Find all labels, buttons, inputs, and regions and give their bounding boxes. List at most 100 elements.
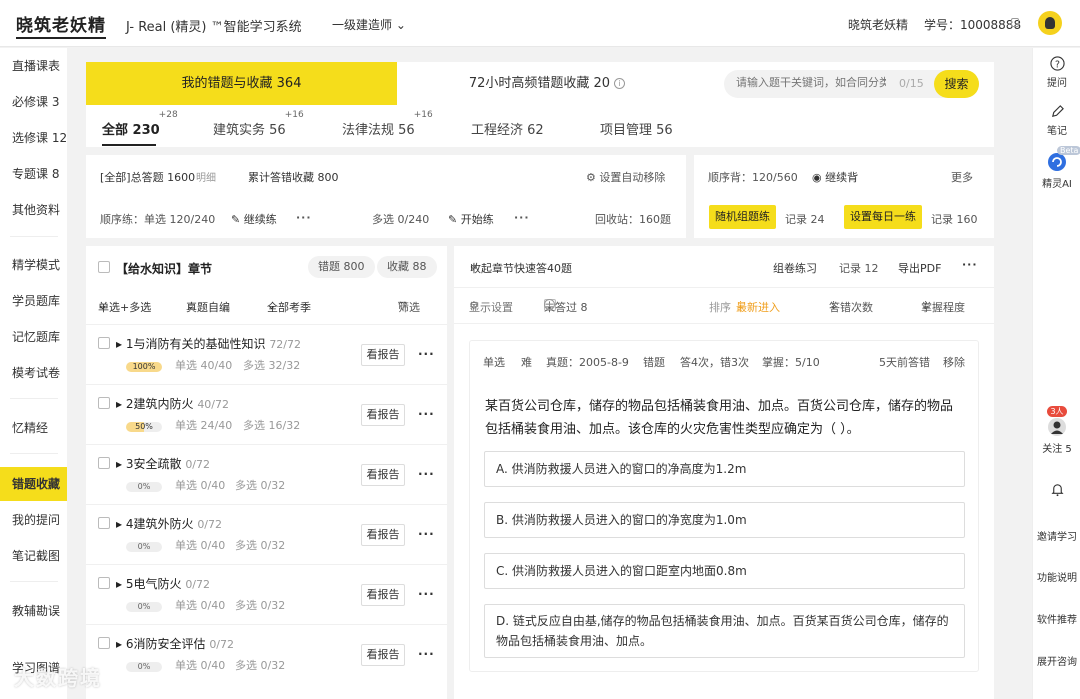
chapter-row[interactable]: ▸ 6消防安全评估 0/72 0% 单选 0/40 多选 0/32 看报告 ··…: [86, 624, 447, 684]
level-select[interactable]: 一级建造师 ⌄: [332, 16, 406, 33]
tab-law[interactable]: 法律法规 56 +16: [342, 110, 433, 138]
ask-label: 提问: [1047, 78, 1067, 89]
tab-72h[interactable]: 72小时高频错题收藏 20 i: [397, 62, 697, 105]
ai-button[interactable]: Beta 精灵AI: [1033, 146, 1080, 190]
chapter-row[interactable]: ▸ 5电气防火 0/72 0% 单选 0/40 多选 0/32 看报告 ···: [86, 564, 447, 624]
more-link[interactable]: 更多: [951, 169, 973, 185]
random-practice-button[interactable]: 随机组题练: [709, 205, 776, 229]
nav-yijing[interactable]: 忆精经: [0, 411, 67, 445]
collapse-label: 收起章节快速答40题: [470, 262, 572, 275]
nav-required[interactable]: 必修课 3: [0, 85, 67, 119]
more-icon[interactable]: ···: [514, 211, 530, 224]
logo[interactable]: 晓筑老妖精: [16, 11, 106, 39]
continue-button[interactable]: ✎ 继续练: [231, 211, 277, 227]
consult-button[interactable]: 展开咨询: [1033, 657, 1080, 669]
report-button[interactable]: 看报告: [361, 464, 405, 486]
chapter-row[interactable]: ▸ 4建筑外防火 0/72 0% 单选 0/40 多选 0/32 看报告 ···: [86, 504, 447, 564]
avatar[interactable]: [1038, 11, 1062, 35]
wrong-pill[interactable]: 错题 800: [308, 256, 375, 278]
tab-economy[interactable]: 工程经济 62: [471, 119, 544, 138]
row-checkbox[interactable]: [98, 457, 110, 469]
chapter-row[interactable]: ▸ 2建筑内防火 40/72 50% 单选 24/40 多选 16/32 看报告…: [86, 384, 447, 444]
nav-topic[interactable]: 专题课 8: [0, 157, 67, 191]
nav-precise[interactable]: 精学模式: [0, 248, 67, 282]
more-icon[interactable]: ···: [418, 587, 435, 601]
auto-remove-button[interactable]: ⚙ 设置自动移除: [586, 169, 665, 185]
watermark: 大数跨境: [14, 666, 102, 690]
row-checkbox[interactable]: [98, 577, 110, 589]
option-a[interactable]: A. 供消防救援人员进入的窗口的净高度为1.2m: [484, 451, 965, 487]
search-button[interactable]: 搜索: [934, 70, 979, 98]
nav-notes[interactable]: 笔记截图: [0, 539, 67, 573]
invite-button[interactable]: 邀请学习: [1033, 532, 1080, 544]
software-button[interactable]: 软件推荐: [1033, 615, 1080, 627]
tab-all[interactable]: 全部 230 +28: [102, 110, 178, 138]
option-d[interactable]: D. 链式反应自由基,储存的物品包括桶装食用油、加点。百货某百货公司仓库，储存的…: [484, 604, 965, 658]
remove-button[interactable]: 移除: [943, 354, 965, 370]
row-checkbox[interactable]: [98, 337, 110, 349]
notes-button[interactable]: 笔记: [1033, 104, 1080, 137]
ask-button[interactable]: ? 提问: [1033, 56, 1080, 89]
option-b[interactable]: B. 供消防救援人员进入的窗口的净宽度为1.0m: [484, 502, 965, 538]
record-count[interactable]: 记录 24: [785, 211, 825, 227]
chapter-row-title[interactable]: ▸ 1与消防有关的基础性知识 72/72: [116, 335, 301, 352]
daily-practice-button[interactable]: 设置每日一练: [844, 205, 922, 229]
report-button[interactable]: 看报告: [361, 344, 405, 366]
nav-my-questions[interactable]: 我的提问: [0, 503, 67, 537]
chapter-row-title[interactable]: ▸ 2建筑内防火 40/72: [116, 395, 229, 412]
more-icon[interactable]: ···: [962, 258, 978, 271]
option-c[interactable]: C. 供消防救援人员进入的窗口距室内地面0.8m: [484, 553, 965, 589]
record-link[interactable]: 记录 12: [839, 260, 879, 276]
detail-link[interactable]: 明细: [196, 169, 216, 184]
compose-button[interactable]: 组卷练习: [773, 260, 817, 276]
chapter-row-title[interactable]: ▸ 6消防安全评估 0/72: [116, 635, 234, 652]
nav-other[interactable]: 其他资料: [0, 193, 67, 227]
more-icon[interactable]: ···: [418, 347, 435, 361]
row-checkbox[interactable]: [98, 397, 110, 409]
chapter-row-title[interactable]: ▸ 4建筑外防火 0/72: [116, 515, 222, 532]
recycle-bin[interactable]: 回收站：160题: [595, 211, 671, 227]
copy-icon[interactable]: [1011, 18, 1019, 27]
single-progress: 单选 0/40: [175, 599, 226, 612]
feature-button[interactable]: 功能说明: [1033, 573, 1080, 585]
multi-progress: 多选 0/240: [372, 213, 430, 226]
chapter-row-title[interactable]: ▸ 5电气防火 0/72: [116, 575, 210, 592]
report-button[interactable]: 看报告: [361, 524, 405, 546]
row-checkbox[interactable]: [98, 517, 110, 529]
follow-button[interactable]: 3人 关注 5: [1033, 406, 1080, 455]
nav-mock[interactable]: 模考试卷: [0, 356, 67, 390]
chapter-row[interactable]: ▸ 1与消防有关的基础性知识 72/72 100% 单选 40/40 多选 32…: [86, 324, 447, 384]
tab-practice[interactable]: 建筑实务 56 +16: [213, 110, 304, 138]
nav-memory[interactable]: 记忆题库: [0, 320, 67, 354]
bell-button[interactable]: [1033, 482, 1080, 500]
record-count[interactable]: 记录 160: [931, 211, 978, 227]
export-pdf-button[interactable]: 导出PDF: [898, 260, 941, 276]
continue-recite-button[interactable]: ◉ 继续背: [812, 169, 858, 185]
search-input[interactable]: [736, 76, 886, 89]
progress-badge: 0%: [126, 482, 162, 492]
nav-bank[interactable]: 学员题库: [0, 284, 67, 318]
divider: [10, 236, 58, 237]
nav-live[interactable]: 直播课表: [0, 49, 67, 83]
nav-elective[interactable]: 选修课 12: [0, 121, 67, 155]
more-icon[interactable]: ···: [418, 467, 435, 481]
row-checkbox[interactable]: [98, 637, 110, 649]
chevron-down-icon: ⌄: [186, 299, 196, 312]
more-icon[interactable]: ···: [296, 211, 312, 224]
report-button[interactable]: 看报告: [361, 404, 405, 426]
chapter-row-title[interactable]: ▸ 3安全疏散 0/72: [116, 455, 210, 472]
more-icon[interactable]: ···: [418, 407, 435, 421]
report-button[interactable]: 看报告: [361, 644, 405, 666]
tab-mine[interactable]: 我的错题与收藏 364: [86, 62, 397, 105]
multi-progress: 多选 16/32: [243, 419, 301, 432]
chapter-row[interactable]: ▸ 3安全疏散 0/72 0% 单选 0/40 多选 0/32 看报告 ···: [86, 444, 447, 504]
tab-management[interactable]: 项目管理 56: [600, 119, 673, 138]
report-button[interactable]: 看报告: [361, 584, 405, 606]
select-all-checkbox[interactable]: [98, 261, 110, 273]
fav-pill[interactable]: 收藏 88: [377, 256, 437, 278]
more-icon[interactable]: ···: [418, 647, 435, 661]
start-button[interactable]: ✎ 开始练: [448, 211, 494, 227]
nav-wrong-fav[interactable]: 错题收藏: [0, 467, 67, 501]
more-icon[interactable]: ···: [418, 527, 435, 541]
nav-errata[interactable]: 教辅勘误: [0, 594, 67, 628]
